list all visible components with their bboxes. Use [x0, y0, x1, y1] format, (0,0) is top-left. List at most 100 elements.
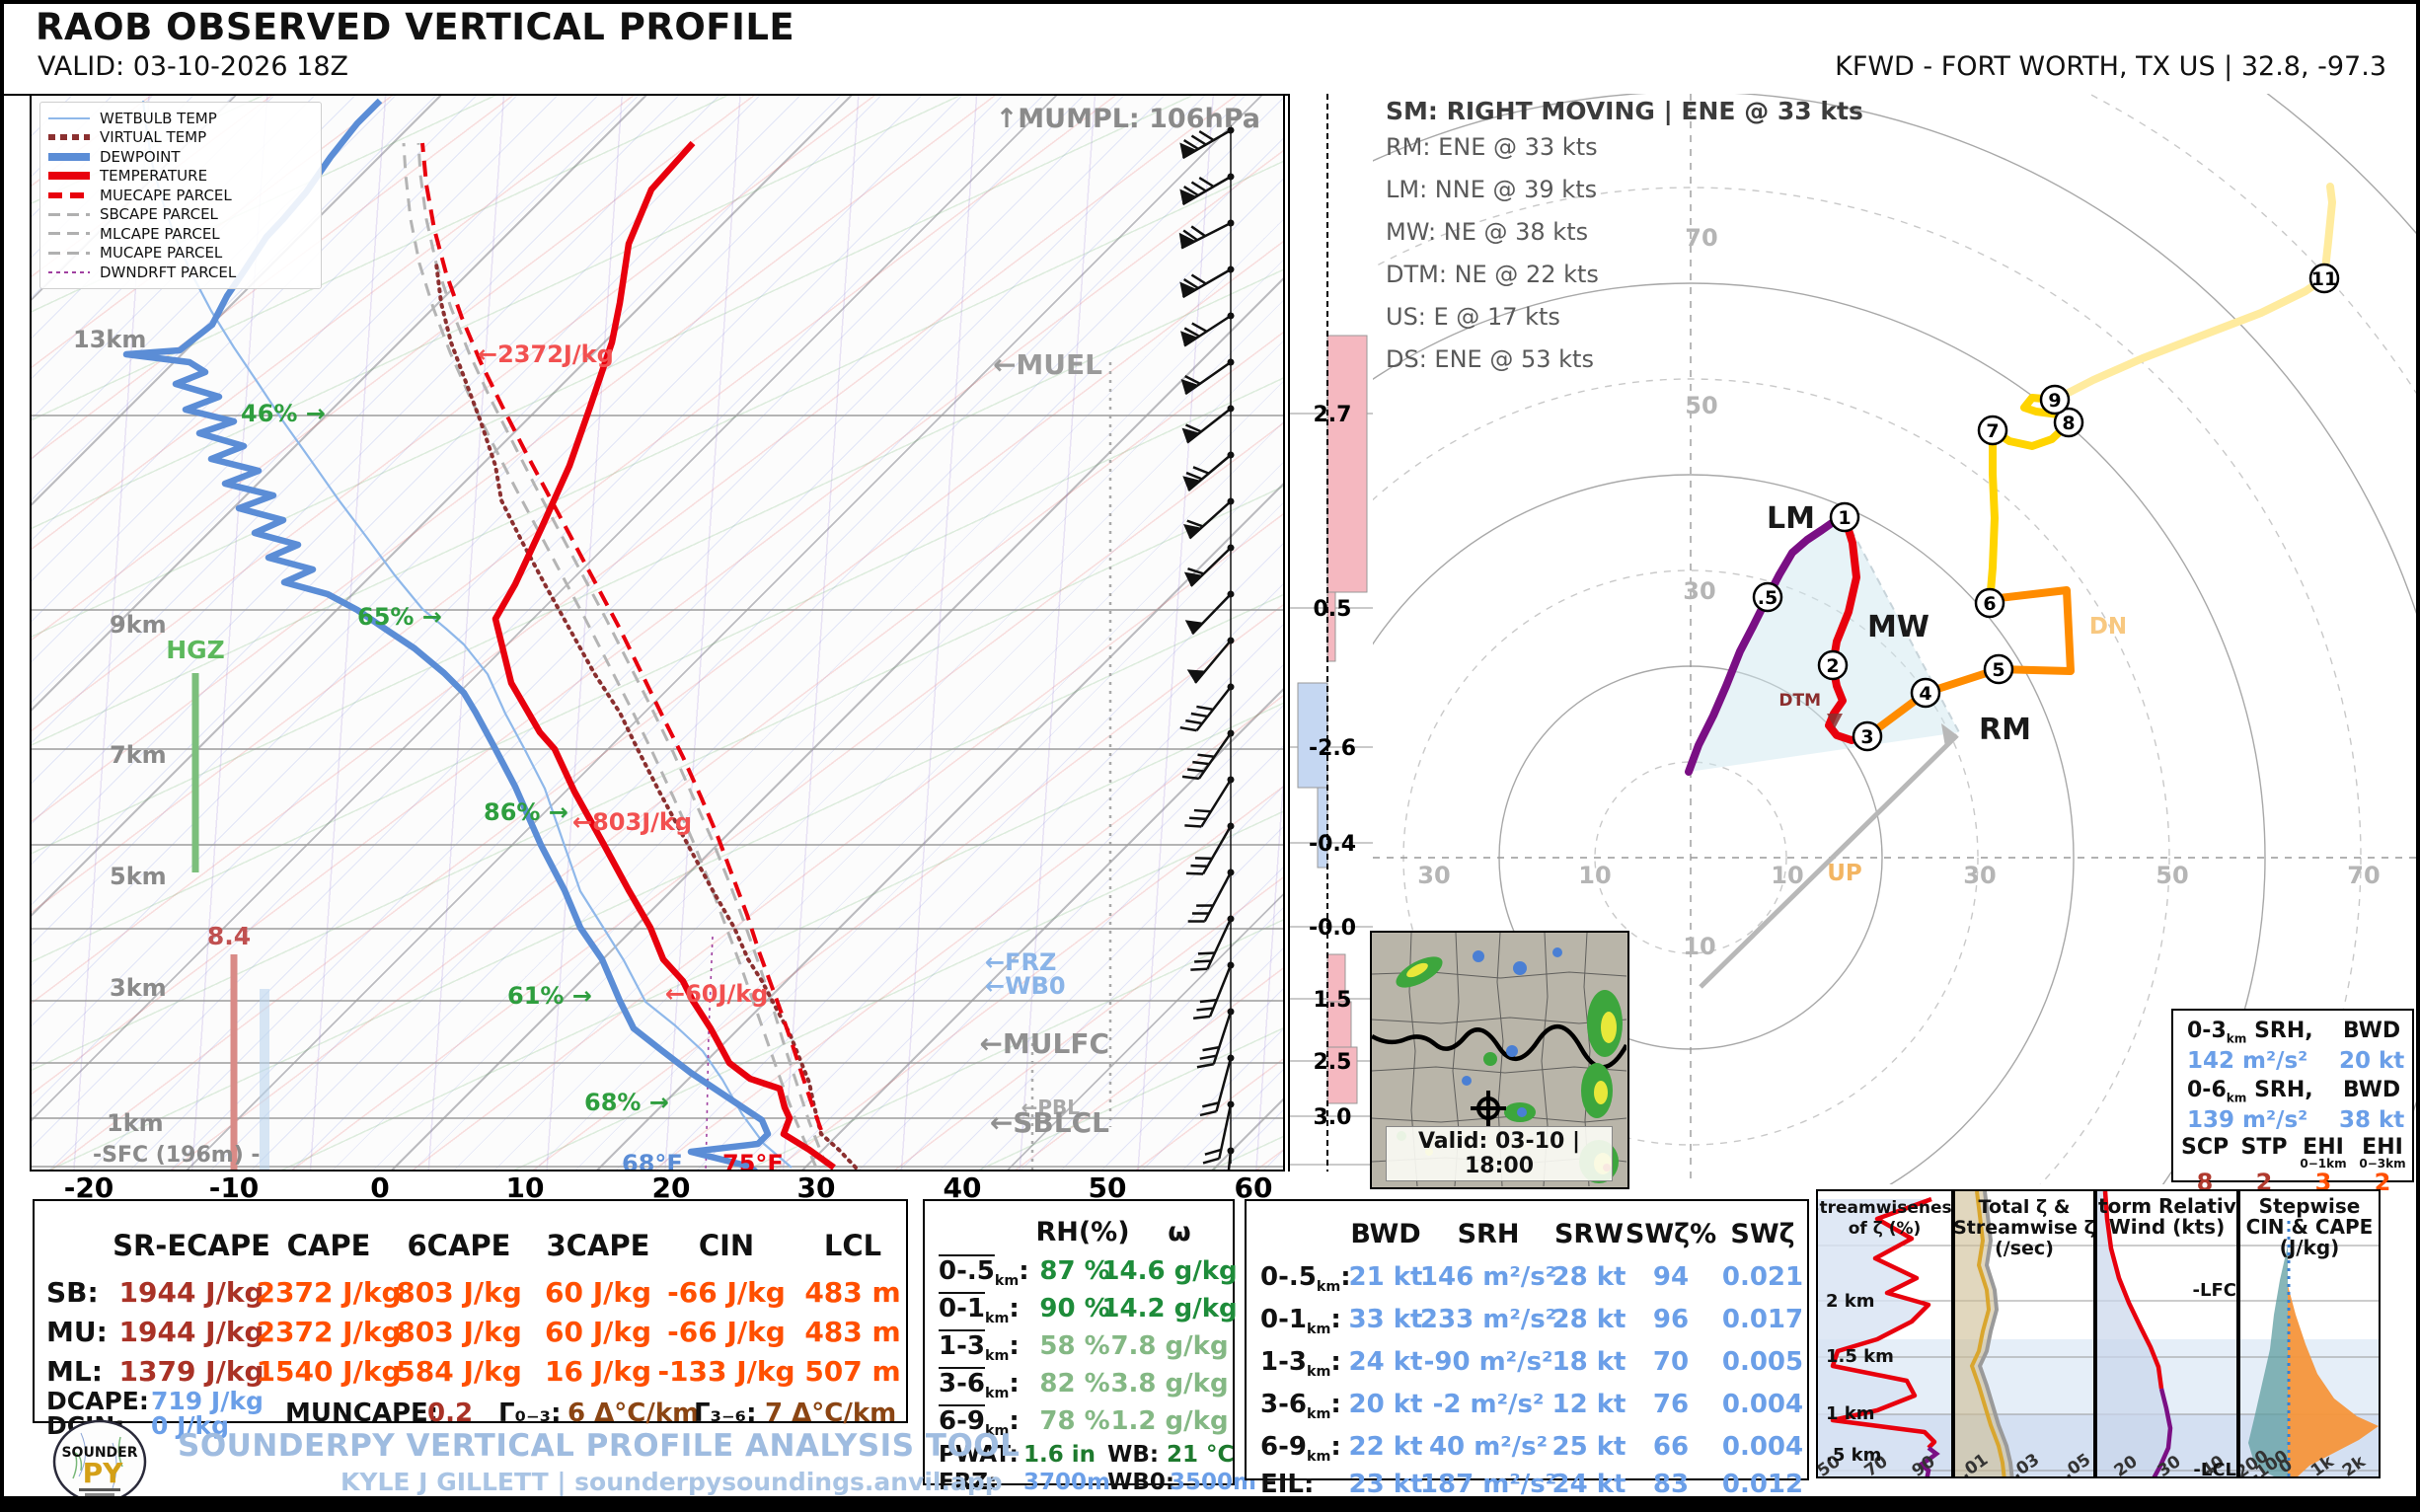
thermo-value: 2372 J/kg — [257, 1316, 402, 1348]
legend-label: MUCAPE PARCEL — [100, 244, 222, 262]
kin-value: 94 — [1653, 1262, 1689, 1292]
legend-item: MUECAPE PARCEL — [48, 186, 313, 205]
kin-header: SWζ — [1730, 1219, 1794, 1249]
layer-label: 0-.5km: — [1260, 1262, 1351, 1295]
skewt-diagram: 13km9km7km5km3km1km↑MUMPL: 106hPa←MUEL←2… — [30, 94, 1285, 1172]
thermo-row-label: SB: — [46, 1276, 99, 1309]
ring-label: 10 — [1771, 862, 1803, 889]
kin-value: 0.017 — [1722, 1305, 1803, 1334]
storm-motion-lines: RM: ENE @ 33 kts LM: NNE @ 39 kts MW: NE @… — [1386, 133, 1863, 373]
mini-panel-title: Streamwise ζ — [1955, 1217, 2093, 1239]
mixing-ratio-value: 1.2 g/kg — [1110, 1406, 1228, 1436]
ring-label: 50 — [2155, 862, 2188, 889]
skewt-annotation: 68°F — [622, 1150, 683, 1170]
mini-panel-1: Total ζ &Streamwise ζ(/sec).01.03.05 — [1953, 1189, 2095, 1478]
layer-label: 1-3km: — [939, 1331, 1020, 1364]
mini-panel-title: of ζ (%) — [1849, 1219, 1922, 1239]
thermo-value: -66 J/kg — [667, 1276, 786, 1309]
thermo-value: 1944 J/kg — [119, 1316, 265, 1348]
thermo-header: SR-ECAPE — [113, 1229, 270, 1262]
thermo-value: -133 J/kg — [657, 1355, 794, 1388]
svg-text:6: 6 — [1983, 593, 1996, 615]
ring-label: 10 — [1683, 933, 1715, 960]
srh-summary-box: 0-3km SRH, BWD 142 m²/s² 20 kt 0-6km SRH… — [2171, 1009, 2414, 1182]
kin-value: 12 kt — [1552, 1390, 1626, 1419]
ring-label: 10 — [1578, 862, 1611, 889]
radar-valid-label: Valid: 03-10 | 18:00 — [1386, 1126, 1613, 1181]
frz-value: 3700m — [1023, 1470, 1110, 1495]
gamma-3-6-value: 7 Δ°C/km — [765, 1399, 896, 1428]
skewt-annotation: ←MUEL — [993, 348, 1102, 381]
bottom-border-bar — [0, 1496, 2420, 1512]
kin-value: 0.004 — [1722, 1432, 1803, 1462]
advection-value: -0.4 — [1309, 832, 1356, 857]
skewt-annotation: ←803J/kg — [572, 808, 692, 836]
layer-label: 0-1km: — [939, 1294, 1020, 1326]
wind-barb-icon — [1180, 675, 1236, 739]
mini-panel-title: Wind (kts) — [2109, 1215, 2225, 1239]
thermo-value: 803 J/kg — [396, 1276, 522, 1309]
kin-value: 146 m²/s² — [1420, 1262, 1556, 1292]
srh-area-fill — [1689, 517, 1959, 772]
thermo-header: LCL — [824, 1229, 881, 1262]
layer-label: 0-1km: — [1260, 1305, 1341, 1337]
kin-header: SRH — [1458, 1219, 1520, 1249]
legend-swatch-icon — [48, 117, 90, 119]
svg-text:3: 3 — [1860, 726, 1873, 748]
storm-motion-line: DTM: NE @ 22 kts — [1386, 261, 1863, 288]
kin-value: 20 kt — [1349, 1390, 1423, 1419]
page-title: RAOB OBSERVED VERTICAL PROFILE — [36, 6, 794, 48]
storm-motion-line: RM: ENE @ 33 kts — [1386, 133, 1863, 161]
hodo-seg-ltyellow — [2055, 187, 2332, 400]
layer-label: EIL: — [1260, 1470, 1314, 1499]
mixing-ratio-value: 14.2 g/kg — [1101, 1294, 1237, 1323]
kin-value: 70 — [1653, 1347, 1689, 1377]
legend-label: SBCAPE PARCEL — [100, 205, 218, 223]
bwd-0-6-label: BWD — [2343, 1078, 2400, 1102]
mini-panel-chart: Total ζ &Streamwise ζ(/sec).01.03.05 — [1955, 1191, 2093, 1476]
kinematics-table: BWDSRHSRWSWζ%SWζ0-.5km:21 kt146 m²/s²28 … — [1245, 1199, 1809, 1480]
layer-label: 1-3km: — [1260, 1347, 1341, 1380]
temperature-axis: -20-100102030405060 — [30, 1172, 1285, 1201]
thermo-header: CAPE — [287, 1229, 371, 1262]
layer-label: 0-.5km: — [939, 1256, 1029, 1289]
height-km-label: 13km — [73, 326, 146, 353]
storm-motion-info: SM: RIGHT MOVING | ENE @ 33 kts RM: ENE … — [1386, 97, 1863, 388]
svg-text:8: 8 — [2062, 413, 2075, 434]
advection-value: 3.0 — [1314, 1105, 1352, 1130]
rh-value: 78 % — [1039, 1406, 1109, 1436]
svg-text:7: 7 — [1986, 420, 1999, 442]
srh-0-3-value: 142 m²/s² — [2187, 1048, 2307, 1074]
skewt-annotation: HGZ — [166, 636, 225, 664]
mini-panel-side-label: -LFC — [2193, 1280, 2236, 1301]
gamma-0-3-label: Γ₀₋₃: — [498, 1399, 561, 1428]
hodo-label-MW: MW — [1867, 610, 1929, 644]
legend-swatch-icon — [48, 172, 90, 180]
kin-value: 22 kt — [1349, 1432, 1423, 1462]
advection-value: 0.5 — [1314, 597, 1352, 622]
storm-motion-line: LM: NNE @ 39 kts — [1386, 176, 1863, 203]
kin-value: 0.012 — [1722, 1470, 1803, 1499]
height-km-label: 9km — [110, 611, 167, 639]
kin-header: SWζ% — [1626, 1219, 1716, 1249]
storm-motion-line: MW: NE @ 38 kts — [1386, 218, 1863, 246]
mini-panel-chart: StepwiseCIN & CAPE(J/kg)-200-10001k2k — [2240, 1191, 2379, 1476]
svg-text:.5: .5 — [1758, 587, 1777, 609]
svg-text:4: 4 — [1919, 683, 1931, 705]
thermo-value: 483 m — [804, 1276, 900, 1309]
legend-swatch-icon — [48, 271, 90, 273]
footer-tool-name: SOUNDERPY VERTICAL PROFILE ANALYSIS TOOL — [178, 1428, 1020, 1464]
wind-barb-icon — [1177, 348, 1236, 397]
wind-barb-icon — [1175, 255, 1236, 300]
thermo-header: 6CAPE — [408, 1229, 511, 1262]
layer-label: 6-9km: — [1260, 1432, 1341, 1465]
bwd-0-3-value: 20 kt — [2339, 1048, 2404, 1074]
legend-label: VIRTUAL TEMP — [100, 128, 206, 146]
skewt-annotation: ←SBLCL — [990, 1106, 1109, 1139]
pwat-value: 1.6 in — [1023, 1442, 1096, 1468]
svg-text:2: 2 — [1826, 655, 1839, 677]
muncape-value: 0.2 — [427, 1399, 473, 1428]
thermo-value: 60 J/kg — [545, 1276, 651, 1309]
mini-panel-chart: Storm RelativeWind (kts)203040-LFC-LCL — [2097, 1191, 2236, 1476]
sounderpy-logo: SOUNDER PY — [51, 1419, 148, 1504]
